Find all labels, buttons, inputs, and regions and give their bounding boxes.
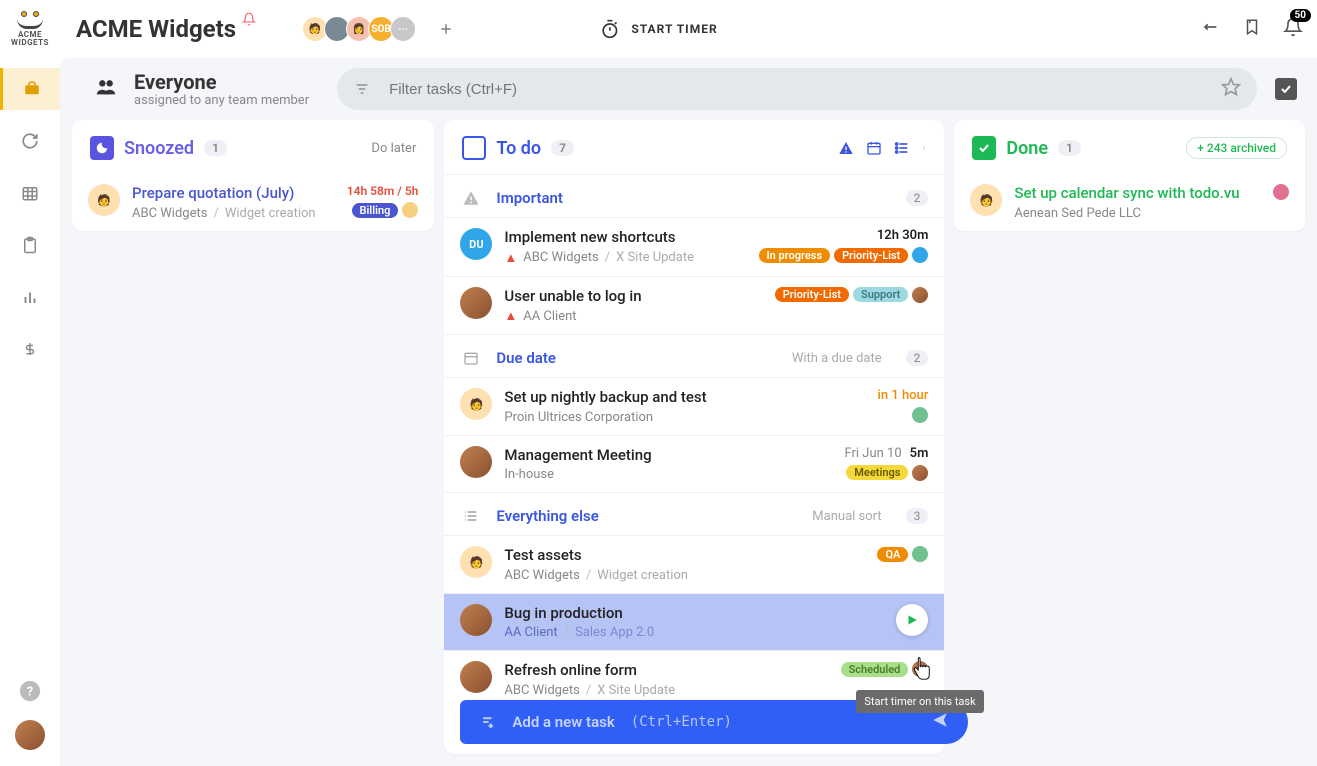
nav-reports[interactable] [0,276,60,318]
show-done-toggle[interactable] [1275,78,1297,100]
todo-count: 7 [551,140,574,156]
task-row[interactable]: 🧑 Set up calendar sync with todo.vu Aene… [954,174,1305,231]
archived-link[interactable]: + 243 archived [1186,137,1287,159]
calendar-icon [460,350,482,366]
column-todo: To do 7 Important 2 DU Implement new sho… [444,120,944,754]
back-icon[interactable] [1201,19,1221,39]
snoozed-title: Snoozed [124,138,194,159]
svg-text:?: ? [27,685,33,700]
done-title: Done [1006,138,1048,159]
alert-icon: ▲ [504,308,517,324]
nav-calendar[interactable] [0,172,60,214]
notifications-icon[interactable]: 50 [1283,17,1303,41]
top-bar: ACMEWIDGETS ACME Widgets 🧑 👩 SOB ⋯ START… [0,0,1317,58]
todo-icon [462,136,486,160]
workspace-title[interactable]: ACME Widgets [76,15,236,43]
task-row[interactable]: DU Implement new shortcuts ▲ABC Widgets/… [444,217,944,276]
page-subtitle: assigned to any team member [134,93,309,108]
task-row[interactable]: User unable to log in ▲AA Client Priorit… [444,276,944,335]
page-title: Everyone [134,71,309,93]
task-title: Set up calendar sync with todo.vu [1014,184,1261,204]
section-due[interactable]: Due date With a due date 2 [444,334,944,377]
task-row[interactable]: 🧑 Prepare quotation (July) ABC Widgets/W… [72,174,434,231]
snoozed-count: 1 [204,140,227,156]
stopwatch-icon [599,19,619,39]
todo-title: To do [496,138,541,159]
assignee-avatar [402,202,418,218]
main-area: Everyone assigned to any team member Sno… [60,58,1317,766]
column-done: Done 1 + 243 archived 🧑 Set up calendar … [954,120,1305,231]
list-view-icon[interactable] [894,140,910,156]
task-row[interactable]: 🧑 Test assets ABC Widgets/Widget creatio… [444,535,944,593]
tooltip-start-timer: Start timer on this task [856,690,983,713]
tag-billing: Billing [352,203,399,218]
start-timer-button[interactable]: START TIMER [587,11,729,47]
cursor-pointer [910,657,932,687]
bell-small-icon[interactable] [242,12,256,30]
start-timer-play-button[interactable] [896,604,928,636]
nav-workspace[interactable] [0,68,60,110]
task-title: User unable to log in [504,287,762,307]
send-icon[interactable] [930,711,950,733]
timer-label: START TIMER [631,22,717,36]
task-avatar: 🧑 [88,184,120,216]
task-title: Implement new shortcuts [504,228,746,248]
filter-icon [353,81,371,97]
task-row-hovered[interactable]: Bug in production AA Client/Sales App 2.… [444,593,944,651]
section-else[interactable]: Everything else Manual sort 3 [444,492,944,535]
nav-refresh[interactable] [0,120,60,162]
column-menu-icon[interactable] [922,140,926,156]
group-icon [92,76,120,102]
warning-icon [460,189,482,207]
add-task-icon [478,713,496,731]
app-logo[interactable]: ACMEWIDGETS [0,11,60,47]
notif-count-badge: 50 [1290,9,1311,22]
nav-help[interactable]: ? [0,680,60,702]
list-icon [460,508,482,524]
filter-search[interactable] [337,68,1257,110]
calendar-view-icon[interactable] [866,140,882,156]
bookmark-icon[interactable] [1243,17,1261,41]
left-nav-rail: ? [0,58,60,766]
main-header: Everyone assigned to any team member [72,58,1305,120]
filter-input[interactable] [389,81,1203,98]
nav-user-avatar[interactable] [15,720,45,750]
task-title: Prepare quotation (July) [132,184,335,204]
task-avatar [460,287,492,319]
member-avatars[interactable]: 🧑 👩 SOB ⋯ [306,16,416,42]
snooze-icon [90,136,114,160]
task-avatar: 🧑 [460,388,492,420]
priority-view-icon[interactable] [838,140,854,156]
board: Snoozed 1 Do later 🧑 Prepare quotation (… [72,120,1305,754]
snoozed-hint: Do later [371,141,416,156]
play-icon [905,613,919,627]
nav-clipboard[interactable] [0,224,60,266]
task-time: 14h 58m / 5h [347,184,419,198]
nav-billing[interactable] [0,328,60,370]
alert-icon: ▲ [504,250,517,266]
task-avatar: DU [460,228,492,260]
task-row[interactable]: 🧑 Set up nightly backup and test Proin U… [444,377,944,435]
star-icon[interactable] [1221,77,1241,101]
section-important[interactable]: Important 2 [444,174,944,217]
done-count: 1 [1058,140,1081,156]
task-row[interactable]: Management Meeting In-house Fri Jun 105m… [444,435,944,493]
done-icon [972,136,996,160]
add-member-button[interactable] [434,17,458,41]
column-snoozed: Snoozed 1 Do later 🧑 Prepare quotation (… [72,120,434,231]
